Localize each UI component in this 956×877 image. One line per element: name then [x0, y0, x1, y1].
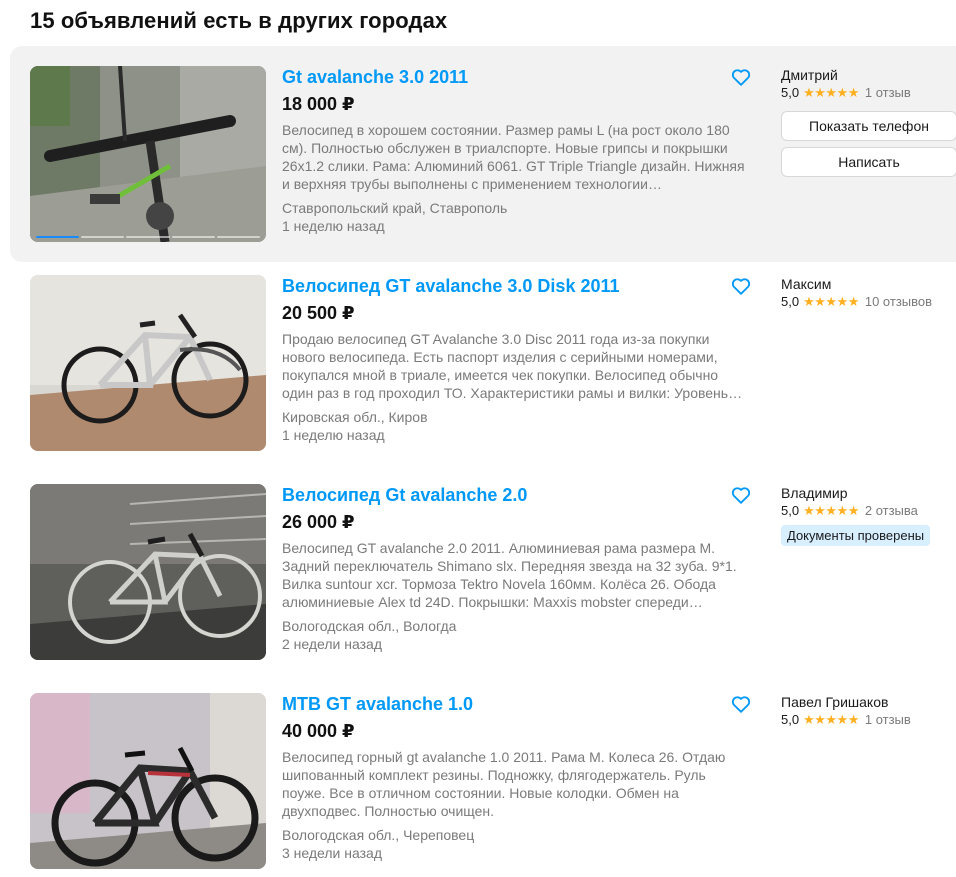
- listing-price: 40 000 ₽: [282, 721, 355, 741]
- star-rating-icon: ★★★★★: [803, 294, 859, 309]
- seller-panel: Павел Гришаков 5,0 ★★★★★ 1 отзыв: [781, 693, 956, 728]
- listing-info: MTB GT avalanche 1.0 40 000 ₽ Велосипед …: [282, 693, 752, 862]
- photo-pagination: [36, 236, 261, 238]
- listing-description: Велосипед в хорошем состоянии. Размер ра…: [282, 122, 745, 192]
- listing-info: Gt avalanche 3.0 2011 18 000 ₽ Велосипед…: [282, 66, 752, 235]
- rating-value: 5,0: [781, 712, 800, 727]
- show-phone-button[interactable]: Показать телефон: [781, 111, 956, 141]
- rating-value: 5,0: [781, 85, 800, 100]
- listing-card[interactable]: Велосипед GT avalanche 3.0 Disk 2011 20 …: [10, 255, 956, 471]
- reviews-link[interactable]: 1 отзыв: [865, 84, 911, 101]
- listing-location: Ставропольский край, Ставрополь: [282, 200, 508, 216]
- seller-name[interactable]: Дмитрий: [781, 66, 956, 84]
- rating-value: 5,0: [781, 294, 800, 309]
- listing-location: Кировская обл., Киров: [282, 409, 428, 425]
- listing-price: 18 000 ₽: [282, 94, 355, 114]
- reviews-link[interactable]: 1 отзыв: [865, 711, 911, 728]
- heart-outline-icon[interactable]: [730, 693, 752, 715]
- listing-description: Велосипед GT avalanche 2.0 2011. Алюмини…: [282, 540, 737, 610]
- seller-rating: 5,0 ★★★★★ 1 отзыв: [781, 711, 956, 728]
- seller-rating: 5,0 ★★★★★ 10 отзывов: [781, 293, 956, 310]
- listing-title-link[interactable]: MTB GT avalanche 1.0: [282, 693, 752, 715]
- listing-date: 3 недели назад: [282, 845, 382, 861]
- listing-title-link[interactable]: Велосипед Gt avalanche 2.0: [282, 484, 752, 506]
- listing-photo[interactable]: [30, 275, 266, 451]
- listing-price: 20 500 ₽: [282, 303, 355, 323]
- listing-photo[interactable]: [30, 484, 266, 660]
- seller-name[interactable]: Владимир: [781, 484, 956, 502]
- seller-panel: Владимир 5,0 ★★★★★ 2 отзыва Документы пр…: [781, 484, 956, 546]
- reviews-link[interactable]: 10 отзывов: [865, 293, 932, 310]
- listing-title-link[interactable]: Gt avalanche 3.0 2011: [282, 66, 752, 88]
- heart-outline-icon[interactable]: [730, 275, 752, 297]
- seller-panel: Дмитрий 5,0 ★★★★★ 1 отзыв Показать телеф…: [781, 66, 956, 177]
- seller-rating: 5,0 ★★★★★ 1 отзыв: [781, 84, 956, 101]
- listing-price: 26 000 ₽: [282, 512, 355, 532]
- listing-description: Велосипед горный gt avalanche 1.0 2011. …: [282, 749, 726, 819]
- heart-outline-icon[interactable]: [730, 66, 752, 88]
- listing-photo[interactable]: [30, 66, 266, 242]
- seller-rating: 5,0 ★★★★★ 2 отзыва: [781, 502, 956, 519]
- heart-outline-icon[interactable]: [730, 484, 752, 506]
- listing-card[interactable]: Gt avalanche 3.0 2011 18 000 ₽ Велосипед…: [10, 46, 956, 262]
- star-rating-icon: ★★★★★: [803, 503, 859, 518]
- listing-card[interactable]: MTB GT avalanche 1.0 40 000 ₽ Велосипед …: [10, 673, 956, 877]
- listing-location: Вологодская обл., Вологда: [282, 618, 457, 634]
- listing-title-link[interactable]: Велосипед GT avalanche 3.0 Disk 2011: [282, 275, 752, 297]
- star-rating-icon: ★★★★★: [803, 85, 859, 100]
- write-message-button[interactable]: Написать: [781, 147, 956, 177]
- listing-photo[interactable]: [30, 693, 266, 869]
- rating-value: 5,0: [781, 503, 800, 518]
- page-title: 15 объявлений есть в других городах: [30, 8, 448, 33]
- documents-verified-badge: Документы проверены: [781, 525, 931, 546]
- reviews-link[interactable]: 2 отзыва: [865, 502, 918, 519]
- listing-info: Велосипед Gt avalanche 2.0 26 000 ₽ Вело…: [282, 484, 752, 653]
- star-rating-icon: ★★★★★: [803, 712, 859, 727]
- seller-name[interactable]: Павел Гришаков: [781, 693, 956, 711]
- listing-date: 2 недели назад: [282, 636, 382, 652]
- listing-description: Продаю велосипед GT Avalanche 3.0 Disc 2…: [282, 331, 743, 401]
- listing-date: 1 неделю назад: [282, 427, 385, 443]
- listing-date: 1 неделю назад: [282, 218, 385, 234]
- listing-info: Велосипед GT avalanche 3.0 Disk 2011 20 …: [282, 275, 752, 444]
- seller-panel: Максим 5,0 ★★★★★ 10 отзывов: [781, 275, 956, 310]
- listing-card[interactable]: Велосипед Gt avalanche 2.0 26 000 ₽ Вело…: [10, 464, 956, 680]
- listing-location: Вологодская обл., Череповец: [282, 827, 475, 843]
- seller-name[interactable]: Максим: [781, 275, 956, 293]
